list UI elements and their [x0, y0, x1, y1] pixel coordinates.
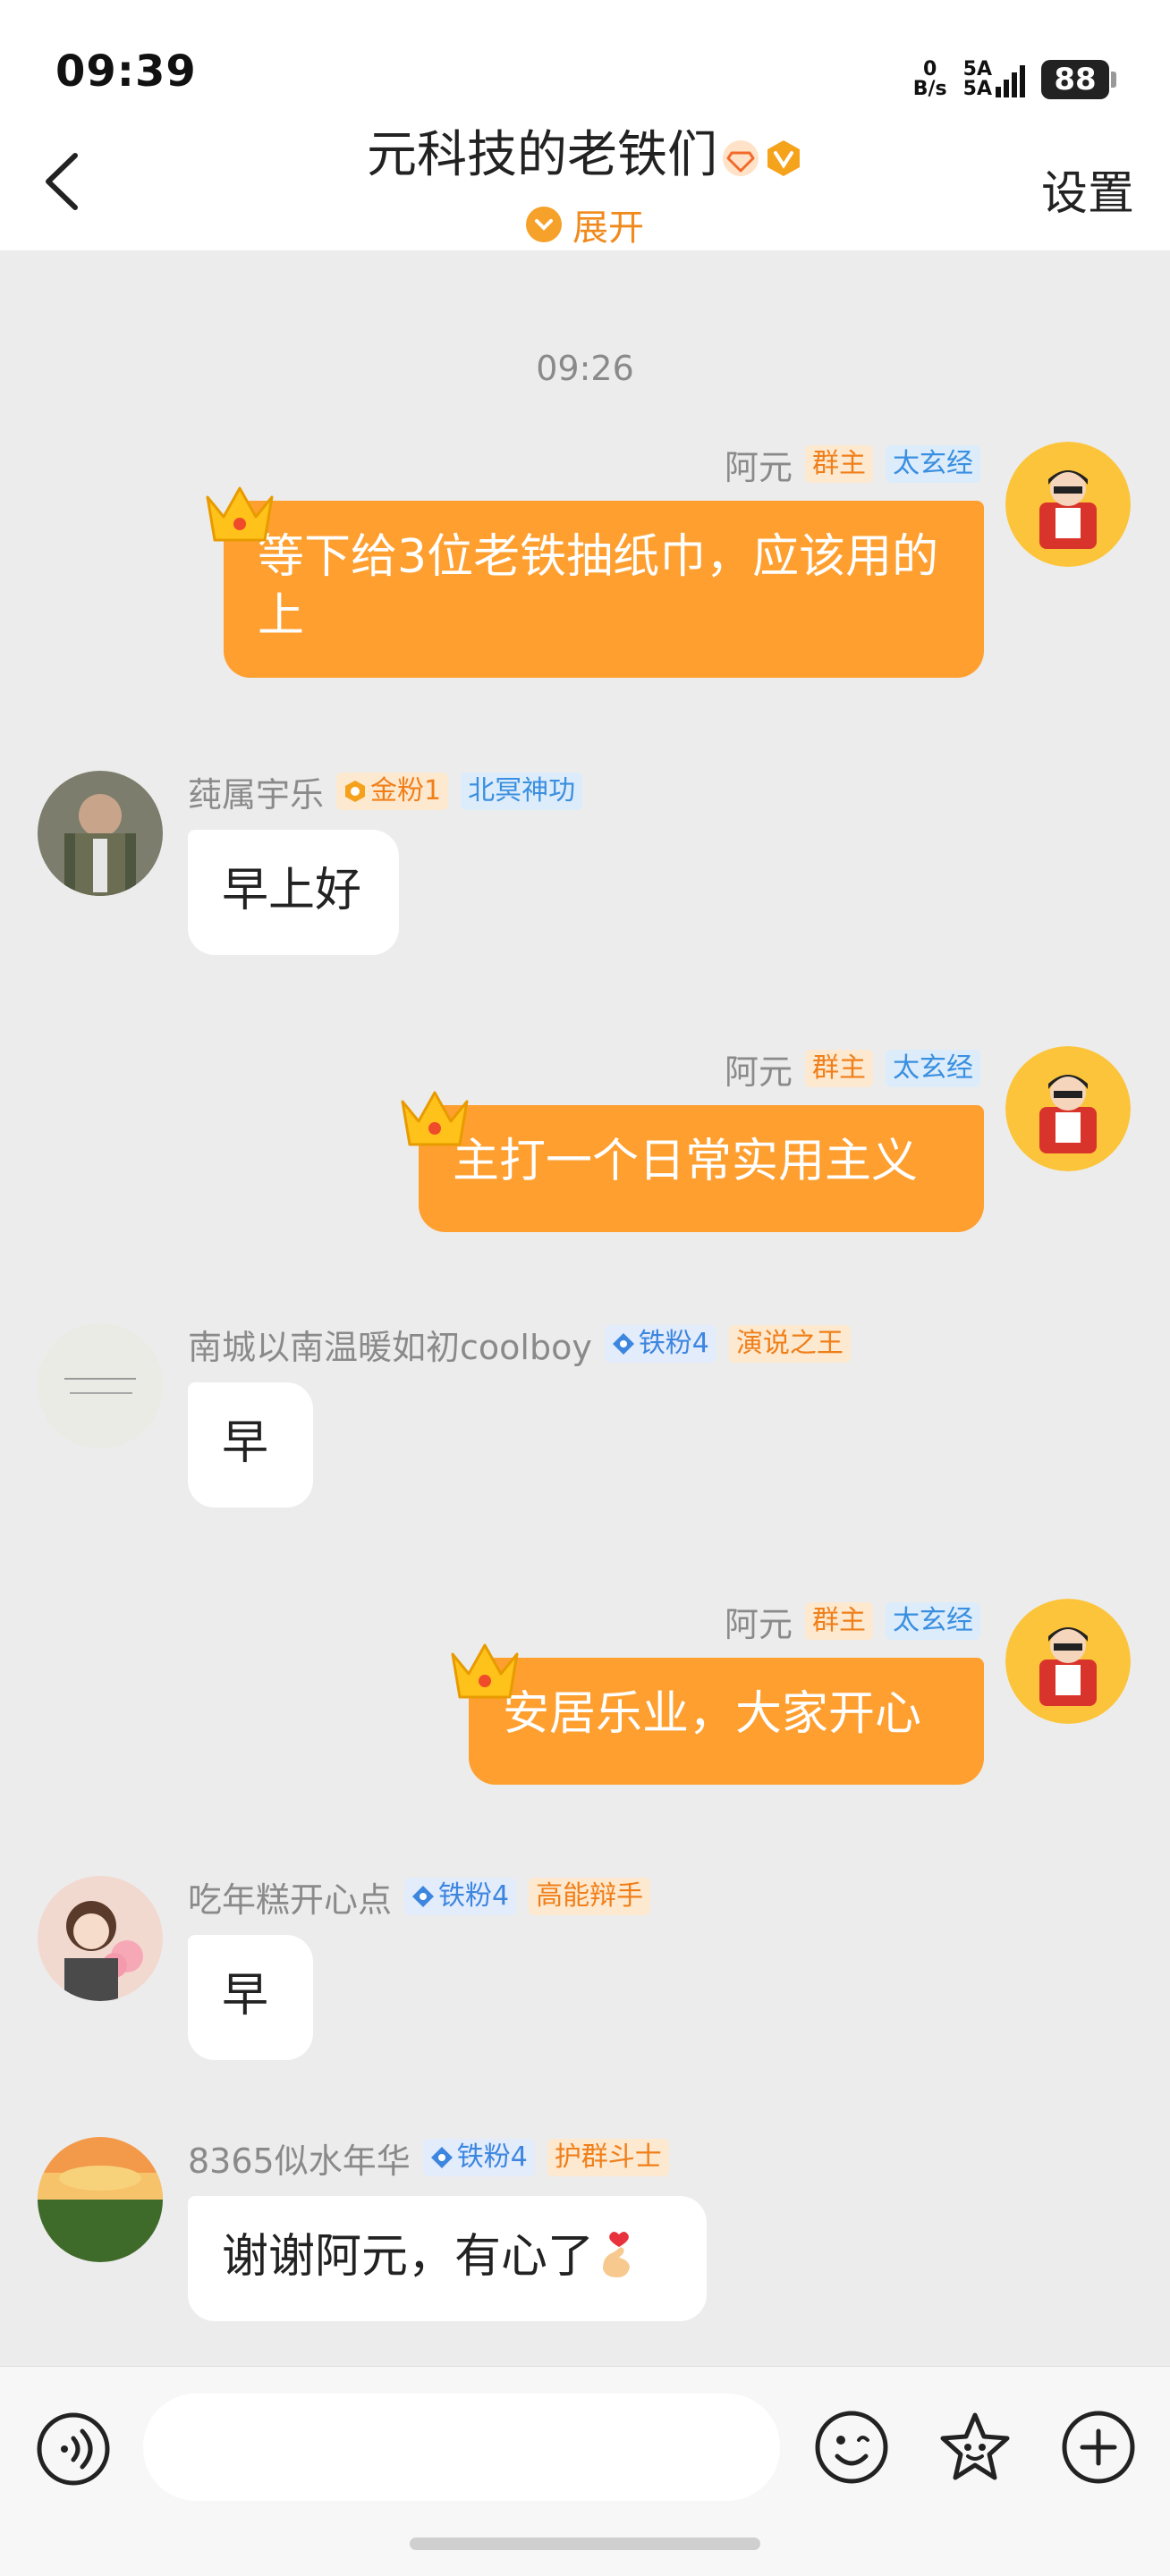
avatar[interactable] [38, 2137, 163, 2262]
message-header: 阿元 群主 太玄经 [725, 1600, 980, 1644]
diamond-badge-icon [723, 139, 759, 176]
plus-icon[interactable] [1061, 2410, 1136, 2485]
sender-name: 阿元 [724, 447, 793, 487]
sender-name: 8365似水年华 [188, 2141, 411, 2181]
title-badge: 高能辩手 [529, 1878, 651, 1915]
avatar[interactable] [1005, 442, 1131, 567]
signal-icon: 5A 5A [963, 60, 1025, 99]
finger-heart-emoji-icon [603, 2232, 631, 2277]
voice-icon[interactable] [36, 2411, 111, 2487]
status-time: 09:39 [55, 46, 197, 97]
message-bubble[interactable]: 早 [188, 1382, 313, 1508]
message-header: 南城以南温暖如初coolboy 铁粉4 演说之王 [188, 1323, 851, 1367]
title-badge: 太玄经 [886, 1602, 980, 1640]
message-header: 8365似水年华 铁粉4 护群斗士 [188, 2137, 669, 2181]
avatar[interactable] [38, 771, 163, 896]
role-badge: 群主 [805, 1602, 873, 1640]
iron-fan-icon [430, 2147, 453, 2168]
fan-badge: 铁粉4 [604, 1325, 716, 1363]
title-badge: 护群斗士 [547, 2139, 669, 2176]
sender-name: 莼属宇乐 [188, 774, 325, 815]
message-header: 莼属宇乐 金粉1 北冥神功 [188, 771, 583, 815]
top-bar: 09:39 0 B/s 5A 5A 88 元科技的老铁们 展开 设置 [0, 0, 1170, 250]
fan-badge: 金粉1 [336, 773, 449, 810]
title-badge: 北冥神功 [461, 773, 583, 810]
title-badge: 太玄经 [886, 1050, 980, 1087]
home-indicator[interactable] [410, 2538, 760, 2550]
sender-name: 吃年糕开心点 [188, 1879, 393, 1920]
avatar[interactable] [38, 1876, 163, 2001]
crown-icon [206, 486, 274, 542]
v-badge-icon [767, 139, 800, 176]
iron-fan-icon [412, 1886, 435, 1907]
message-input[interactable] [143, 2394, 780, 2501]
settings-button[interactable]: 设置 [1041, 156, 1134, 223]
chat-timestamp: 09:26 [536, 349, 634, 388]
message-header: 阿元 群主 太玄经 [725, 1048, 980, 1092]
expand-toggle[interactable]: 展开 [0, 198, 1170, 250]
iron-fan-icon [612, 1333, 634, 1355]
fan-badge: 铁粉4 [404, 1878, 517, 1915]
avatar[interactable] [1005, 1599, 1131, 1724]
crown-icon [451, 1643, 519, 1699]
sender-name: 阿元 [724, 1604, 793, 1644]
message-bubble[interactable]: 早上好 [188, 830, 399, 955]
avatar[interactable] [1005, 1046, 1131, 1171]
net-speed: 0 B/s [912, 58, 947, 100]
message-bubble[interactable]: 等下给3位老铁抽纸巾，应该用的上 [224, 501, 984, 678]
gold-fan-icon [345, 781, 366, 802]
message-header: 阿元 群主 太玄经 [725, 443, 980, 487]
group-title: 元科技的老铁们 [0, 114, 1170, 187]
sticker-icon[interactable] [936, 2408, 1014, 2487]
message-bubble[interactable]: 早 [188, 1935, 313, 2060]
battery-icon: 88 [1041, 60, 1116, 99]
role-badge: 群主 [805, 1050, 873, 1087]
message-bubble[interactable]: 安居乐业，大家开心 [469, 1658, 984, 1785]
message-bubble[interactable]: 谢谢阿元，有心了 [188, 2196, 707, 2321]
crown-icon [401, 1091, 469, 1146]
avatar[interactable] [38, 1323, 163, 1448]
status-indicators: 0 B/s 5A 5A 88 [913, 55, 1116, 104]
fan-badge: 铁粉4 [422, 2139, 535, 2176]
title-badge: 演说之王 [728, 1325, 851, 1363]
title-badge: 太玄经 [886, 445, 980, 483]
role-badge: 群主 [805, 445, 873, 483]
message-bubble[interactable]: 主打一个日常实用主义 [419, 1105, 984, 1232]
sender-name: 南城以南温暖如初coolboy [188, 1327, 592, 1367]
chevron-down-icon [526, 207, 562, 242]
sender-name: 阿元 [724, 1052, 793, 1092]
emoji-icon[interactable] [814, 2410, 889, 2485]
message-header: 吃年糕开心点 铁粉4 高能辩手 [188, 1876, 651, 1920]
